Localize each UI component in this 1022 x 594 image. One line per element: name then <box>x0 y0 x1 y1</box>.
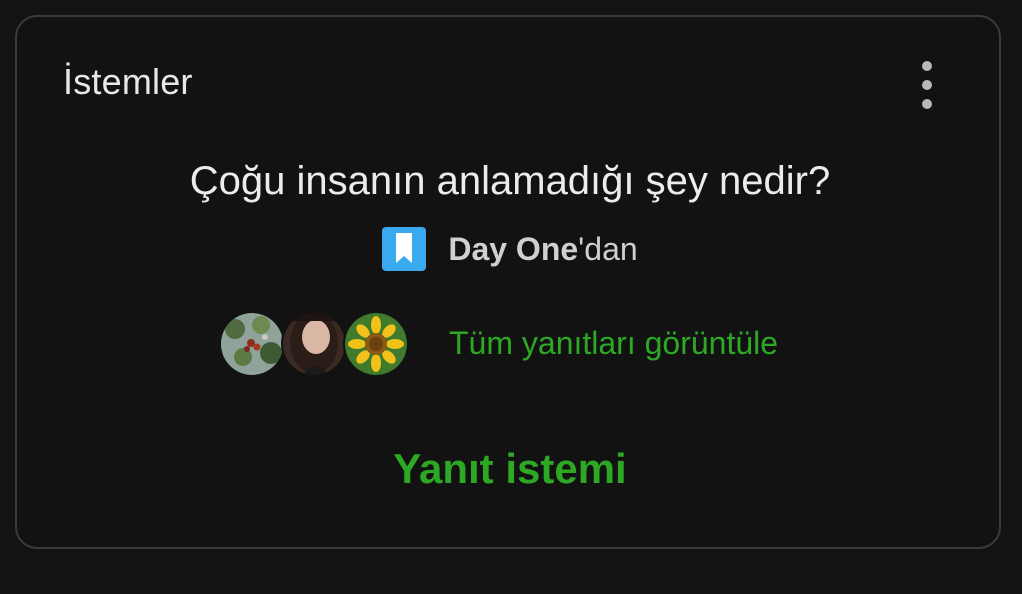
more-vertical-icon-dot <box>922 99 932 109</box>
more-vertical-icon <box>922 61 932 71</box>
responses-row: Tüm yanıtları görüntüle <box>17 311 1003 379</box>
view-all-responses-link[interactable]: Tüm yanıtları görüntüle <box>449 325 778 362</box>
coffee-plant-avatar[interactable] <box>219 311 285 377</box>
source-brand: Day One <box>448 230 579 267</box>
prompt-source: Day One'dan <box>17 227 1003 271</box>
more-options-button[interactable] <box>911 59 943 111</box>
more-vertical-icon-dot <box>922 80 932 90</box>
sunflower-avatar[interactable] <box>343 311 409 377</box>
prompt-question: Çoğu insanın anlamadığı şey nedir? <box>189 159 831 203</box>
prompts-card: İstemler Çoğu insanın anlamadığı şey ned… <box>15 15 1001 549</box>
bookmark-icon <box>382 227 427 271</box>
person-avatar[interactable] <box>281 311 347 377</box>
card-title: İstemler <box>63 61 193 102</box>
respond-to-prompt-button[interactable]: Yanıt istemi <box>17 445 1003 493</box>
source-label: Day One'dan <box>448 231 637 268</box>
source-suffix: 'dan <box>578 230 638 267</box>
